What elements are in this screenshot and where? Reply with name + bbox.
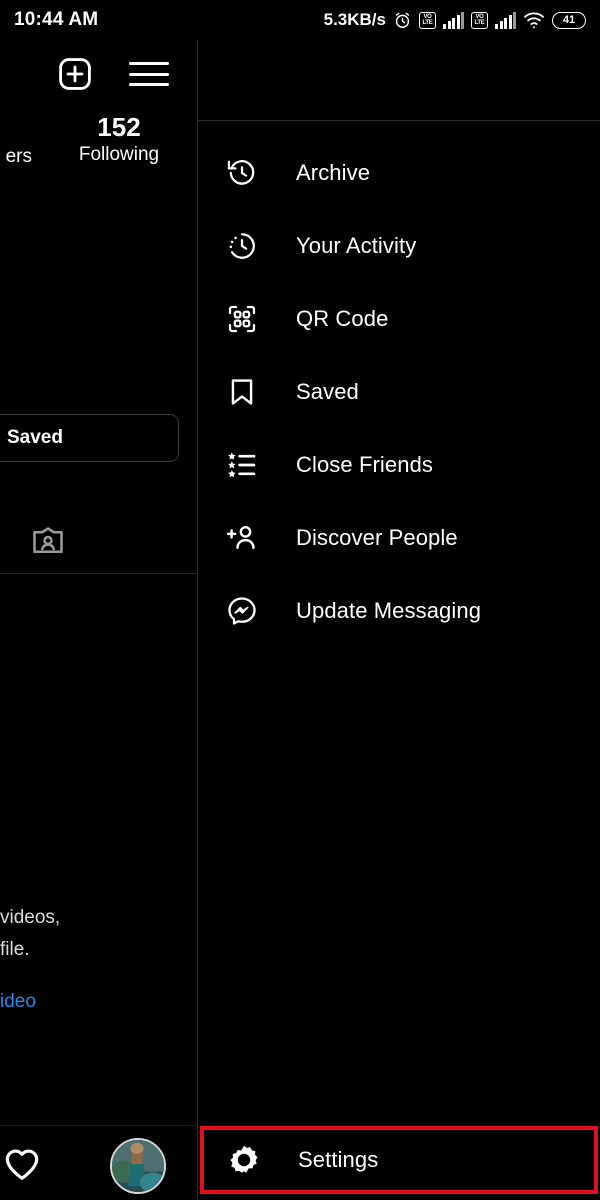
status-bar-icons: 5.3KB/s VO LTE VO LTE 41 bbox=[324, 10, 586, 30]
plus-square-icon[interactable] bbox=[57, 56, 93, 92]
network-speed-indicator: 5.3KB/s bbox=[323, 10, 386, 29]
avatar-photo bbox=[112, 1140, 164, 1192]
bio-link[interactable]: ideo bbox=[0, 986, 197, 1018]
saved-button-label: Saved bbox=[7, 427, 63, 448]
messenger-icon bbox=[222, 591, 262, 631]
battery-percent-label: 41 bbox=[562, 14, 576, 26]
wifi-icon bbox=[524, 12, 544, 29]
volte-sim2-icon: VO LTE bbox=[471, 11, 488, 29]
menu-item-label: Update Messaging bbox=[296, 597, 482, 623]
following-label: Following bbox=[78, 144, 160, 166]
menu-item-update-messaging[interactable]: Update Messaging bbox=[198, 574, 600, 647]
volte-sim1-icon: VO LTE bbox=[419, 11, 436, 29]
battery-icon: 41 bbox=[552, 11, 586, 29]
profile-topbar bbox=[0, 40, 197, 108]
qr-code-icon bbox=[222, 299, 262, 339]
followers-stat-truncated[interactable]: ers bbox=[0, 146, 32, 168]
menu-top-divider bbox=[198, 120, 600, 121]
following-stat[interactable]: 152 Following bbox=[59, 113, 179, 168]
menu-item-label: Close Friends bbox=[296, 451, 434, 477]
menu-item-label: Your Activity bbox=[296, 232, 417, 258]
menu-item-label: QR Code bbox=[296, 305, 389, 331]
tagged-person-icon[interactable] bbox=[30, 524, 66, 560]
saved-profile-button[interactable]: Saved bbox=[0, 414, 179, 462]
profile-avatar[interactable] bbox=[110, 1138, 166, 1194]
following-count: 152 bbox=[97, 112, 141, 143]
gear-icon bbox=[224, 1140, 264, 1180]
bio-line-2: file. bbox=[0, 939, 30, 960]
archive-clock-icon bbox=[222, 153, 262, 193]
heart-icon[interactable] bbox=[2, 1144, 42, 1184]
menu-item-list: Archive Your Activity QR Code Saved Clos… bbox=[198, 136, 600, 647]
profile-panel: ers 152 Following Saved videos, file. id… bbox=[0, 40, 197, 1200]
status-bar: 10:44 AM 5.3KB/s VO LTE VO LTE 41 bbox=[0, 0, 600, 40]
alarm-clock-icon bbox=[395, 12, 410, 28]
signal-bars-sim1-icon bbox=[443, 11, 464, 29]
menu-item-label: Saved bbox=[296, 378, 359, 404]
phone-screen: 10:44 AM 5.3KB/s VO LTE VO LTE 41 ers 15… bbox=[0, 0, 600, 1200]
status-bar-clock: 10:44 AM bbox=[14, 9, 99, 30]
hamburger-menu-icon[interactable] bbox=[129, 62, 169, 86]
volte-sim2-line2: LTE bbox=[474, 20, 485, 26]
profile-bio: videos, file. ideo bbox=[0, 902, 197, 1018]
menu-item-label: Discover People bbox=[296, 524, 458, 550]
person-add-icon bbox=[222, 518, 262, 558]
bottom-navigation-bar bbox=[0, 1125, 197, 1200]
menu-item-label: Archive bbox=[296, 159, 371, 185]
bookmark-icon bbox=[222, 372, 262, 412]
bio-line-1: videos, bbox=[0, 907, 61, 928]
menu-item-settings[interactable]: Settings bbox=[200, 1126, 598, 1194]
profile-section-divider bbox=[0, 573, 197, 574]
settings-label: Settings bbox=[298, 1147, 379, 1172]
menu-item-qr-code[interactable]: QR Code bbox=[198, 282, 600, 355]
volte-sim1-line2: LTE bbox=[422, 20, 433, 26]
menu-item-archive[interactable]: Archive bbox=[198, 136, 600, 209]
star-list-icon bbox=[222, 445, 262, 485]
menu-item-discover-people[interactable]: Discover People bbox=[198, 501, 600, 574]
side-menu-panel: Archive Your Activity QR Code Saved Clos… bbox=[198, 40, 600, 1200]
menu-item-close-friends[interactable]: Close Friends bbox=[198, 428, 600, 501]
activity-clock-icon bbox=[222, 226, 262, 266]
menu-item-saved[interactable]: Saved bbox=[198, 355, 600, 428]
signal-bars-sim2-icon bbox=[495, 11, 516, 29]
menu-item-your-activity[interactable]: Your Activity bbox=[198, 209, 600, 282]
